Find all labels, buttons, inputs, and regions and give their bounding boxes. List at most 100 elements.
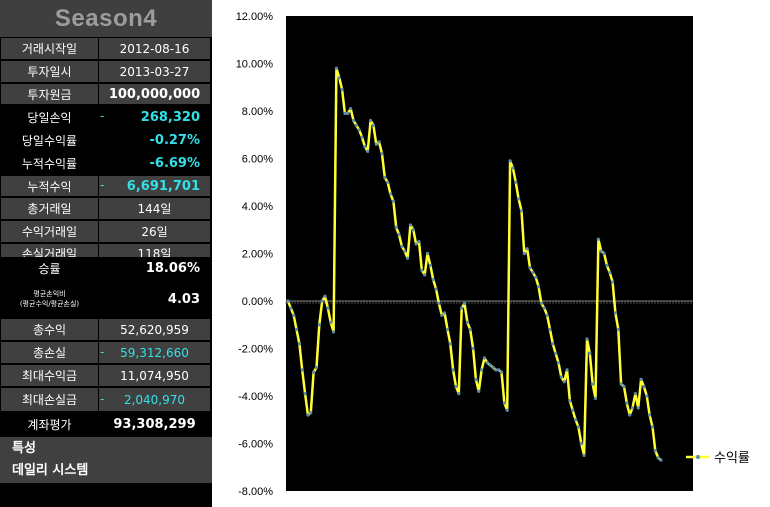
data-point (514, 180, 518, 184)
data-point (394, 225, 398, 229)
system-label: 데일리 시스템 (0, 459, 212, 483)
data-point (502, 401, 506, 405)
data-point (460, 306, 464, 310)
data-point (377, 140, 381, 144)
data-point (408, 223, 413, 227)
data-point (400, 244, 404, 248)
data-point (331, 330, 336, 334)
data-point (289, 306, 293, 310)
data-point (306, 413, 310, 417)
stat-prefix: - (100, 109, 105, 123)
data-point (440, 313, 444, 317)
data-point (434, 287, 438, 291)
data-point (494, 368, 498, 372)
stat-row: 당일수익률 -0.27% (0, 129, 212, 152)
stat-row: 최대수익금 11,074,950 (0, 364, 212, 387)
stat-value: -0.27% (99, 130, 210, 151)
data-point (425, 251, 430, 256)
data-point (508, 159, 512, 163)
stat-label-line1: 평균손익비 (33, 290, 66, 298)
data-point (326, 306, 330, 310)
data-point (659, 458, 663, 462)
data-point (351, 118, 356, 123)
data-point (343, 111, 347, 115)
data-point (605, 263, 609, 267)
data-point (499, 370, 504, 374)
stat-value: 93,308,299 (99, 413, 210, 436)
stat-label: 당일수익률 (1, 130, 98, 151)
data-point (633, 392, 637, 396)
stat-value: 4.03 (99, 282, 210, 316)
data-point (650, 425, 655, 429)
data-point (579, 441, 583, 446)
stat-prefix: - (100, 178, 105, 192)
data-point (593, 396, 598, 400)
data-point (300, 368, 304, 372)
stat-label: 승률 (1, 257, 98, 280)
data-point (374, 142, 378, 146)
stat-label: 당일손익 (1, 106, 98, 128)
data-point (545, 313, 549, 317)
stat-prefix: - (100, 391, 105, 406)
y-tick-label: 6.00% (242, 154, 273, 166)
data-point (656, 456, 660, 460)
data-point (340, 88, 344, 92)
legend-marker (696, 455, 700, 459)
data-point (582, 453, 586, 457)
panel-title: Season4 (0, 0, 212, 37)
stat-value: 6,691,701 (99, 176, 210, 196)
data-point (323, 294, 327, 298)
stat-row: 계좌평가 93,308,299 (0, 412, 212, 437)
data-point (576, 425, 581, 429)
data-point (314, 365, 319, 370)
stat-value: 11,074,950 (99, 365, 210, 386)
data-point (485, 361, 489, 365)
stat-label-line2: (평균수익/평균손실) (19, 300, 80, 308)
data-point (636, 406, 640, 410)
data-point (619, 382, 623, 386)
stat-label: 평균손익비 (평균수익/평균손실) (1, 282, 98, 316)
data-point (445, 327, 450, 332)
data-point (639, 377, 643, 381)
data-point (391, 199, 395, 203)
data-point (451, 368, 455, 372)
y-tick-label: 8.00% (242, 106, 273, 118)
data-point (628, 413, 632, 417)
stat-row: 투자일시 2013-03-27 (0, 60, 212, 83)
feature-label: 특성 (0, 437, 212, 460)
data-point (482, 356, 487, 360)
data-point (630, 406, 635, 410)
stat-value: 268,320 (99, 106, 210, 128)
y-tick-label: -4.00% (238, 391, 273, 403)
data-point (317, 323, 321, 327)
data-point (454, 384, 458, 389)
stat-row: 누적수익률 -6.69% (0, 152, 212, 175)
data-point (648, 413, 652, 417)
data-point (354, 123, 358, 127)
data-point (368, 118, 373, 123)
data-point (437, 301, 441, 305)
data-point (491, 365, 495, 370)
data-point (531, 270, 535, 275)
data-point (417, 240, 421, 244)
stat-row: 누적수익 6,691,701- (0, 175, 212, 197)
stat-value: 18.06% (99, 257, 210, 280)
y-tick-label: 2.00% (242, 249, 273, 261)
stat-label: 투자일시 (1, 61, 98, 82)
stat-row: 거래시작일 2012-08-16 (0, 37, 212, 60)
data-point (457, 392, 461, 396)
stat-label: 투자원금 (1, 84, 98, 104)
data-point (334, 66, 339, 70)
data-point (371, 123, 376, 127)
stat-value: 2012-08-16 (99, 38, 210, 59)
data-point (505, 408, 509, 412)
data-point (477, 389, 481, 393)
stat-value: 100,000,000 (99, 84, 210, 104)
stat-label: 계좌평가 (1, 413, 98, 436)
stat-value: 2013-03-27 (99, 61, 210, 82)
data-point (596, 237, 600, 241)
return-chart: 12.00% 10.00% 8.00% 6.00% 4.00% 2.00% 0.00% -2.… (236, 11, 750, 498)
stat-value: 26일 (99, 221, 210, 242)
stat-value: 2,040,970 (99, 388, 210, 411)
data-point (591, 382, 595, 386)
